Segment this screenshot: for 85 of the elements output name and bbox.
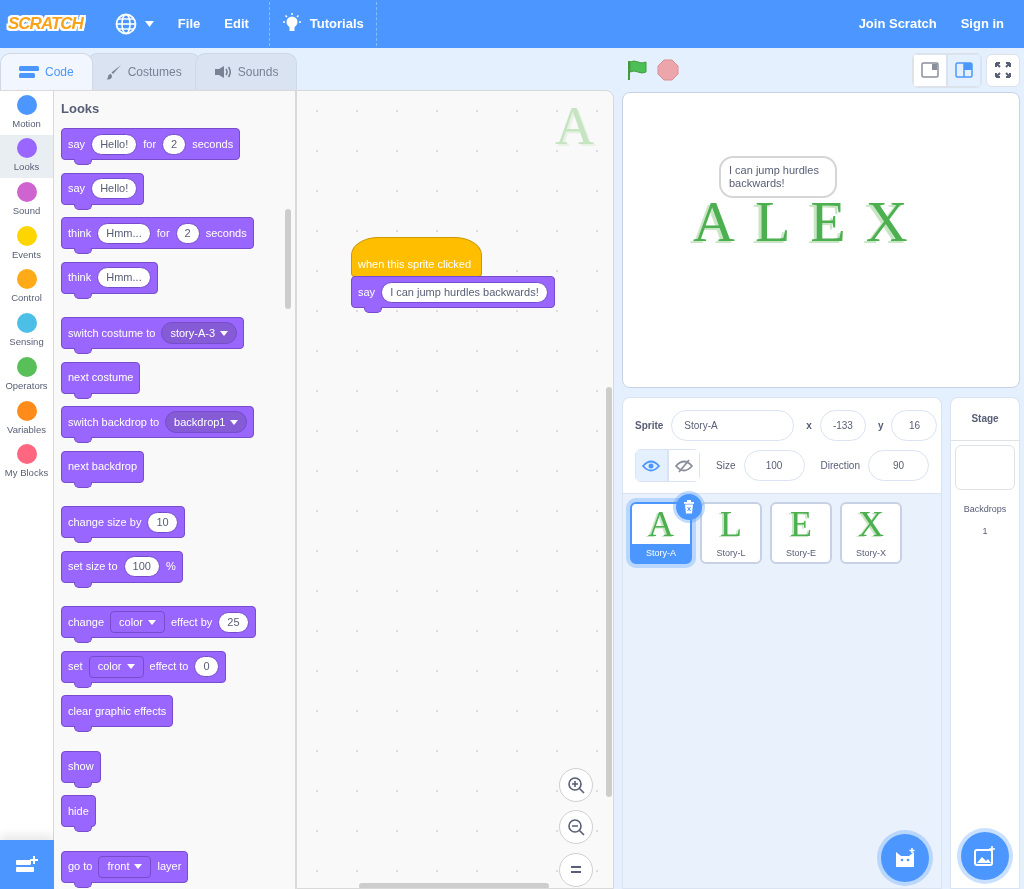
direction-label: Direction	[820, 459, 860, 473]
block-label: seconds	[192, 136, 234, 152]
y-field[interactable]: 16	[891, 410, 938, 441]
category-item[interactable]: Events	[0, 222, 53, 266]
category-item[interactable]: Operators	[0, 353, 53, 397]
category-label: Sensing	[9, 335, 44, 350]
category-label: Control	[11, 291, 42, 306]
block-label: show	[68, 759, 94, 775]
block-label: seconds	[205, 225, 247, 241]
sprite-thumbnail: E	[790, 504, 812, 544]
block-label: for	[156, 225, 170, 241]
sprite-name: Story-E	[785, 547, 817, 560]
block-label: say	[68, 181, 86, 197]
block-label: switch backdrop to	[68, 414, 160, 430]
block-label: say	[68, 136, 86, 152]
block-input[interactable]: 25	[218, 611, 249, 633]
block-label: change	[68, 614, 105, 630]
block-input[interactable]: Hmm...	[97, 267, 151, 288]
category-item[interactable]: Motion	[0, 91, 53, 135]
category-label: Looks	[13, 160, 40, 175]
category-label: Motion	[12, 116, 41, 131]
direction-field[interactable]: 90	[868, 450, 929, 481]
block-label: set	[68, 659, 83, 675]
stage-title: Stage	[951, 398, 1019, 441]
backdrops-label: Backdrops	[963, 503, 1007, 516]
block-input[interactable]: Hello!	[91, 133, 138, 155]
x-field[interactable]: -133	[819, 410, 866, 441]
x-label: x	[806, 419, 812, 433]
category-item[interactable]: Variables	[0, 396, 53, 441]
block-input[interactable]: I can jump hurdles backwards!	[381, 281, 548, 303]
sprite-thumbnail: A	[648, 504, 674, 544]
sprite-label: Sprite	[635, 419, 664, 433]
block-dropdown[interactable]: color	[88, 655, 144, 678]
size-label: Size	[716, 459, 736, 473]
category-item[interactable]: Sound	[0, 178, 53, 223]
block-label: for	[143, 136, 157, 152]
size-field[interactable]: 100	[743, 450, 805, 481]
sprite-name-field[interactable]: Story-A	[671, 410, 795, 441]
block-input[interactable]: 2	[175, 222, 200, 244]
block-label: %	[165, 559, 176, 575]
block-label: effect to	[149, 659, 189, 675]
palette-title: Looks	[61, 100, 101, 118]
block-label: layer	[157, 859, 182, 875]
block-label: switch costume to	[68, 325, 156, 341]
category-label: Events	[11, 247, 41, 262]
block-label: next backdrop	[68, 459, 138, 475]
category-item[interactable]: Sensing	[0, 309, 53, 354]
category-item[interactable]: Control	[0, 265, 53, 310]
block-input[interactable]: 0	[194, 656, 219, 677]
category-label: Variables	[7, 422, 46, 437]
block-label: say	[358, 284, 376, 300]
block-dropdown[interactable]: backdrop1	[165, 411, 248, 433]
category-label: Sound	[12, 204, 41, 219]
block-dropdown[interactable]: color	[110, 611, 165, 633]
sprite-name: Story-A	[632, 544, 690, 562]
category-item[interactable]: My Blocks	[0, 440, 53, 485]
category-label: Operators	[5, 378, 48, 393]
category-item[interactable]: Looks	[0, 134, 53, 179]
speech-bubble: I can jump hurdles backwards!	[719, 156, 837, 198]
sprite-name: Story-X	[855, 547, 887, 560]
block-label: next costume	[68, 370, 134, 386]
block-input[interactable]: Hello!	[91, 178, 138, 199]
sprite-tile[interactable]: E Story-E	[770, 502, 832, 564]
block-label: set size to	[68, 559, 118, 575]
block-label: hide	[68, 803, 89, 819]
backdrops-count: 1	[982, 524, 988, 538]
block-label: go to	[68, 859, 93, 875]
sprite-name: Story-L	[715, 547, 747, 560]
sprite-tile[interactable]: L Story-L	[700, 502, 762, 564]
block-input[interactable]: 100	[123, 556, 160, 577]
sprite-thumbnail: X	[858, 504, 884, 544]
block-input[interactable]: 10	[147, 511, 178, 533]
block-dropdown[interactable]: story-A-3	[161, 322, 238, 344]
block-label: change size by	[68, 514, 142, 530]
block-label: think	[68, 225, 92, 241]
sprite-tile[interactable]: X Story-X	[840, 502, 902, 564]
block-input[interactable]: Hmm...	[97, 222, 151, 244]
sprite-thumbnail: L	[720, 504, 742, 544]
block-label: clear graphic effects	[68, 703, 167, 719]
block-label: effect by	[170, 614, 213, 630]
y-label: y	[877, 419, 884, 433]
category-label: My Blocks	[4, 466, 49, 481]
block-dropdown[interactable]: front	[98, 855, 152, 878]
block-input[interactable]: 2	[162, 133, 187, 155]
block-label: think	[68, 270, 92, 286]
